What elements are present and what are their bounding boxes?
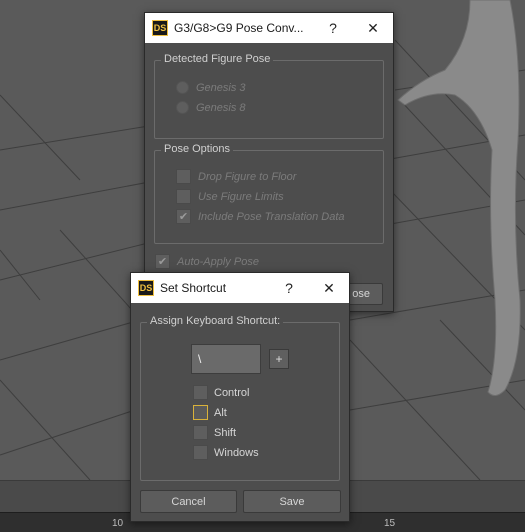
- checkbox-figure-limits[interactable]: Use Figure Limits: [176, 189, 284, 204]
- checkbox-windows[interactable]: Windows: [193, 445, 259, 460]
- checkbox-icon: [176, 189, 191, 204]
- ds-logo-icon: DS: [152, 20, 168, 36]
- pose-converter-dialog: DS G3/G8>G9 Pose Conv... ? ✕ Detected Fi…: [144, 12, 394, 312]
- radio-label: Genesis 3: [196, 81, 246, 94]
- assign-shortcut-group-title: Assign Keyboard Shortcut:: [147, 315, 284, 327]
- pose-options-group-title: Pose Options: [161, 143, 234, 155]
- add-shortcut-button[interactable]: +: [269, 349, 289, 369]
- checkbox-alt[interactable]: Alt: [193, 405, 227, 420]
- radio-label: Genesis 8: [196, 101, 246, 114]
- checkbox-label: Control: [214, 386, 250, 399]
- checkbox-label: Include Pose Translation Data: [198, 210, 345, 223]
- checkbox-label: Use Figure Limits: [198, 190, 284, 203]
- ds-logo-icon: DS: [138, 280, 154, 296]
- pose-dialog-title: G3/G8>G9 Pose Conv...: [174, 21, 304, 35]
- ruler-label-15: 15: [384, 518, 396, 529]
- detected-pose-group: Detected Figure Pose Genesis 3 Genesis 8: [154, 53, 384, 139]
- checkmark-icon: ✔: [176, 209, 191, 224]
- detected-pose-group-title: Detected Figure Pose: [161, 53, 274, 65]
- checkbox-drop-figure[interactable]: Drop Figure to Floor: [176, 169, 296, 184]
- cancel-button[interactable]: Cancel: [140, 490, 237, 513]
- assign-shortcut-group: Assign Keyboard Shortcut: \ + Control Al…: [140, 315, 340, 481]
- ruler-label-10: 10: [112, 518, 124, 529]
- pose-dialog-titlebar[interactable]: DS G3/G8>G9 Pose Conv... ? ✕: [145, 13, 393, 43]
- help-button[interactable]: ?: [269, 273, 309, 303]
- help-button[interactable]: ?: [313, 13, 353, 43]
- checkbox-icon: [193, 445, 208, 460]
- checkbox-label: Drop Figure to Floor: [198, 170, 297, 183]
- shortcut-key-input[interactable]: \: [191, 344, 261, 374]
- shortcut-dialog-titlebar[interactable]: DS Set Shortcut ? ✕: [131, 273, 349, 303]
- checkbox-icon: [176, 169, 191, 184]
- save-button[interactable]: Save: [243, 490, 341, 513]
- checkbox-shift[interactable]: Shift: [193, 425, 236, 440]
- checkbox-label: Alt: [214, 406, 227, 419]
- close-button[interactable]: ✕: [353, 13, 393, 43]
- radio-genesis-3[interactable]: Genesis 3: [176, 81, 246, 94]
- shortcut-dialog-title: Set Shortcut: [160, 281, 227, 295]
- checkbox-icon: [193, 385, 208, 400]
- radio-genesis-8[interactable]: Genesis 8: [176, 101, 246, 114]
- checkbox-include-translation[interactable]: ✔ Include Pose Translation Data: [176, 209, 345, 224]
- checkbox-label: Windows: [214, 446, 259, 459]
- checkbox-label: Auto-Apply Pose: [177, 255, 259, 268]
- radio-icon: [176, 101, 189, 114]
- close-button[interactable]: ✕: [309, 273, 349, 303]
- checkbox-auto-apply[interactable]: ✔ Auto-Apply Pose: [155, 254, 259, 269]
- checkmark-icon: ✔: [155, 254, 170, 269]
- checkbox-icon: [193, 405, 208, 420]
- radio-icon: [176, 81, 189, 94]
- checkbox-control[interactable]: Control: [193, 385, 249, 400]
- pose-options-group: Pose Options Drop Figure to Floor Use Fi…: [154, 143, 384, 244]
- checkbox-label: Shift: [214, 426, 237, 439]
- set-shortcut-dialog: DS Set Shortcut ? ✕ Assign Keyboard Shor…: [130, 272, 350, 522]
- checkbox-icon: [193, 425, 208, 440]
